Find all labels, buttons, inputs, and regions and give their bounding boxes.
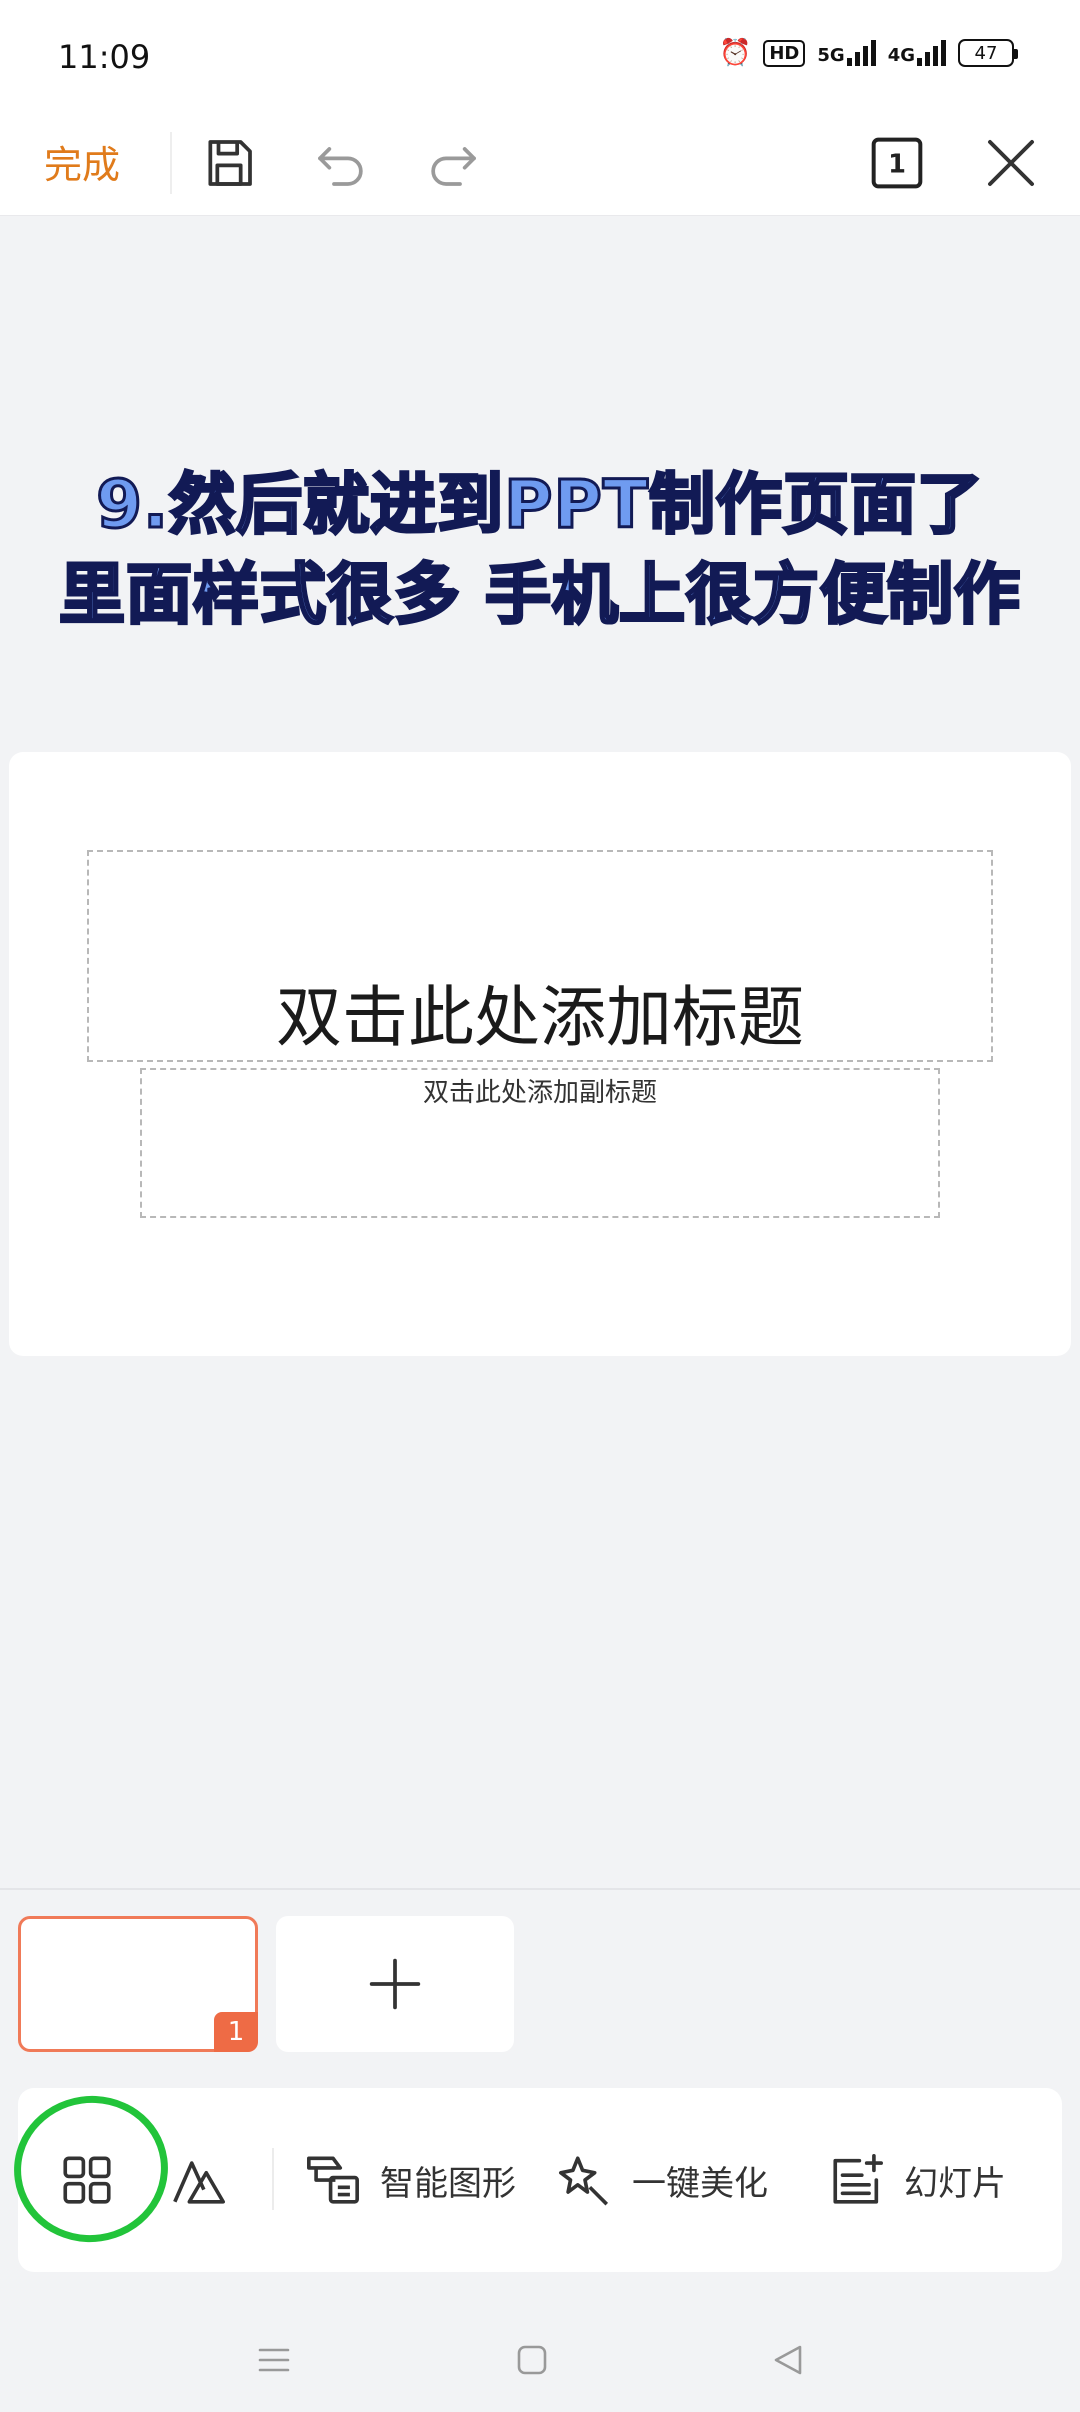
panel-divider bbox=[0, 1888, 1080, 1890]
overlay-caption: 9.然后就进到PPT制作页面了 里面样式很多 手机上很方便制作 bbox=[0, 460, 1080, 640]
system-nav-bar bbox=[0, 2300, 1080, 2412]
nav-back-button[interactable] bbox=[758, 2330, 818, 2390]
smart-shape-label: 智能图形 bbox=[380, 2163, 516, 2204]
status-time: 11:09 bbox=[58, 38, 151, 76]
smart-shape-button[interactable]: 智能图形 bbox=[304, 2088, 516, 2272]
status-bar: 11:09 ⏰ HD 5G 4G 47 bbox=[0, 0, 1080, 110]
subtitle-placeholder: 双击此处添加副标题 bbox=[422, 1078, 657, 1108]
home-square-icon bbox=[517, 2345, 547, 2375]
toolbar-divider bbox=[170, 132, 172, 194]
save-icon bbox=[208, 140, 252, 186]
close-button[interactable] bbox=[978, 130, 1044, 196]
bottom-toolbar-divider bbox=[272, 2148, 274, 2210]
beautify-label: 一键美化 bbox=[632, 2163, 768, 2204]
signal-5g-icon: 5G bbox=[817, 40, 876, 66]
done-button[interactable]: 完成 bbox=[44, 134, 120, 189]
grid-icon bbox=[63, 2156, 111, 2204]
format-button[interactable] bbox=[170, 2088, 228, 2272]
plus-icon bbox=[369, 1958, 421, 2010]
slide-add-icon bbox=[833, 2154, 883, 2204]
status-icons: ⏰ HD 5G 4G 47 bbox=[718, 38, 1018, 68]
title-placeholder-box[interactable]: 双击此处添加标题 bbox=[87, 850, 993, 1062]
apps-button[interactable] bbox=[58, 2088, 116, 2272]
subtitle-placeholder-box[interactable]: 双击此处添加副标题 bbox=[140, 1068, 940, 1218]
caption-line-1: 9.然后就进到PPT制作页面了 bbox=[95, 465, 985, 545]
slide-label: 幻灯片 bbox=[904, 2163, 1006, 2204]
alarm-icon: ⏰ bbox=[718, 38, 752, 68]
save-button[interactable] bbox=[196, 130, 262, 196]
slide-canvas[interactable]: 双击此处添加标题 双击此处添加副标题 bbox=[9, 752, 1071, 1356]
page-count-button[interactable]: 1 bbox=[864, 130, 930, 196]
hd-icon: HD bbox=[763, 39, 806, 67]
menu-icon bbox=[258, 2348, 290, 2372]
redo-icon bbox=[431, 147, 476, 186]
close-icon bbox=[988, 140, 1034, 186]
battery-icon: 47 bbox=[958, 39, 1018, 67]
nav-home-button[interactable] bbox=[502, 2330, 562, 2390]
beautify-button[interactable]: 一键美化 bbox=[556, 2088, 768, 2272]
undo-icon bbox=[318, 147, 363, 186]
bottom-toolbar: 智能图形 一键美化 幻灯片 bbox=[18, 2088, 1062, 2272]
add-slide-button[interactable] bbox=[276, 1916, 514, 2052]
undo-button[interactable] bbox=[308, 130, 374, 196]
redo-button[interactable] bbox=[420, 130, 486, 196]
slide-button[interactable]: 幻灯片 bbox=[828, 2088, 1006, 2272]
caption-line-2: 里面样式很多 手机上很方便制作 bbox=[58, 555, 1022, 635]
shapes-format-icon bbox=[173, 2161, 225, 2204]
page-count-number: 1 bbox=[888, 149, 906, 179]
nav-menu-button[interactable] bbox=[244, 2330, 304, 2390]
editor-toolbar: 完成 1 bbox=[0, 110, 1080, 216]
signal-4g-icon: 4G bbox=[888, 40, 946, 66]
slide-thumbnail[interactable]: 1 bbox=[18, 1916, 258, 2052]
slide-thumbnail-number: 1 bbox=[214, 2012, 258, 2052]
magic-beautify-icon bbox=[559, 2156, 609, 2206]
back-triangle-icon bbox=[774, 2345, 802, 2375]
title-placeholder: 双击此处添加标题 bbox=[276, 979, 804, 1056]
page-count-icon: 1 bbox=[871, 137, 923, 189]
signal-5g-label: 5G bbox=[817, 45, 845, 66]
signal-4g-label: 4G bbox=[887, 45, 915, 66]
smart-shape-icon bbox=[307, 2156, 359, 2204]
battery-level: 47 bbox=[974, 42, 998, 64]
